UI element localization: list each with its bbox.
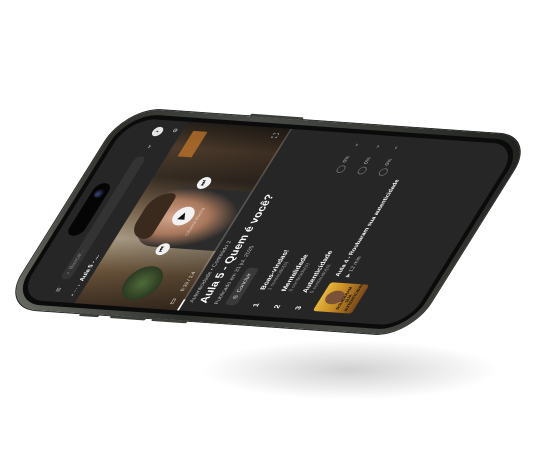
progress-ring-icon <box>334 164 348 174</box>
chevron-up-icon[interactable]: ⌃ <box>393 145 403 150</box>
next-arrow-icon[interactable]: › <box>149 126 165 137</box>
gear-icon[interactable]: ⚙ <box>171 128 180 133</box>
skip-next-icon[interactable]: ⏭ <box>194 176 214 190</box>
complete-button-label: Concluir <box>235 273 253 293</box>
phone-shadow <box>200 340 500 400</box>
chevron-down-icon[interactable]: ⌄ <box>372 144 382 149</box>
chevron-down-icon[interactable]: ⌄ <box>351 142 361 147</box>
module-number: 1 <box>250 302 261 308</box>
video-background-shelf <box>177 130 208 158</box>
video-background-plant <box>114 264 171 302</box>
phone-device: ≡ ⌕ Buscar... ⌄ › • ⋯ › Aula 5 - ... ⚙ ⏮… <box>1 107 535 337</box>
fullscreen-icon[interactable]: ⛶ <box>270 133 282 138</box>
module-number: 2 <box>271 304 282 309</box>
action-button <box>78 313 100 318</box>
play-small-icon: ▶ <box>344 271 354 278</box>
search-icon: ⌕ <box>65 271 73 275</box>
check-circle-icon: ◎ <box>231 294 240 300</box>
module-progress: 0% <box>376 158 396 177</box>
camera-lens-icon <box>92 188 107 198</box>
nav-menu-icon[interactable]: ≡ <box>50 284 67 295</box>
module-percent: 0% <box>363 157 373 165</box>
progress-ring-icon <box>355 166 369 175</box>
module-percent: 0% <box>384 158 394 166</box>
module-percent: 0% <box>342 155 352 163</box>
progress-ring-icon <box>376 167 390 177</box>
module-number: 3 <box>292 305 304 311</box>
product-mockup-stage: ≡ ⌕ Buscar... ⌄ › • ⋯ › Aula 5 - ... ⚙ ⏮… <box>0 0 551 452</box>
picture-in-picture-icon[interactable]: ▭ <box>167 298 179 305</box>
phone-screen: ≡ ⌕ Buscar... ⌄ › • ⋯ › Aula 5 - ... ⚙ ⏮… <box>16 117 520 327</box>
expand-icon[interactable]: ⌄ <box>139 141 156 152</box>
